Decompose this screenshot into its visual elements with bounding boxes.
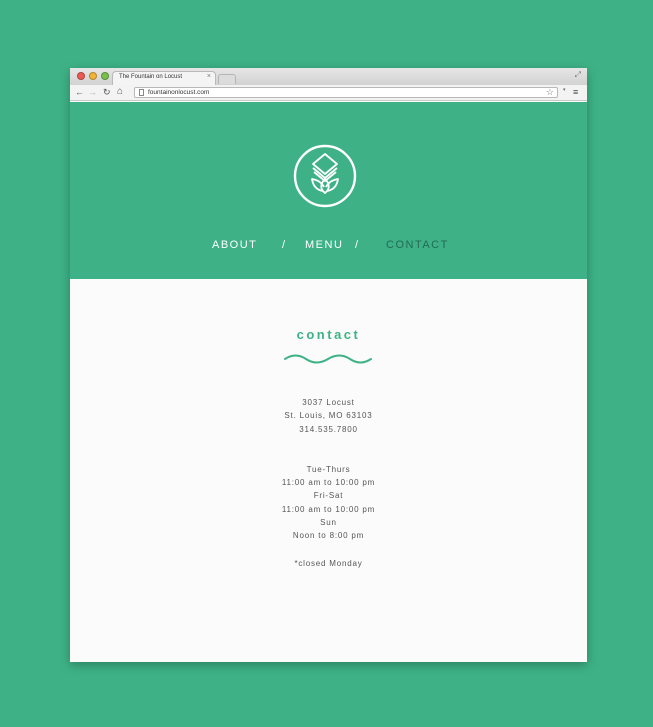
address-street: 3037 Locust xyxy=(302,398,355,407)
dropdown-arrow-icon[interactable]: ▾ xyxy=(563,87,566,93)
fullscreen-icon[interactable]: ⤢ xyxy=(575,70,581,80)
browser-window: The Fountain on Locust × ⤢ ← → ↻ ⌂ fount… xyxy=(70,68,587,662)
nav-separator: / xyxy=(282,239,287,251)
page-icon xyxy=(139,89,144,96)
nav-about-link[interactable]: ABOUT xyxy=(212,238,257,252)
reload-icon[interactable]: ↻ xyxy=(103,86,111,98)
hours-time: Noon to 8:00 pm xyxy=(292,531,365,540)
nav-menu-link[interactable]: MENU xyxy=(305,238,343,252)
wave-divider xyxy=(284,354,372,364)
tab-close-icon[interactable]: × xyxy=(207,73,211,80)
browser-tab[interactable]: The Fountain on Locust × xyxy=(112,71,216,85)
browser-toolbar: ← → ↻ ⌂ fountainonlocust.com ☆ ▾ ≡ xyxy=(70,85,587,101)
maximize-window-button[interactable] xyxy=(101,72,109,80)
site-header: ABOUT / MENU / CONTACT xyxy=(70,102,587,279)
bookmark-star-icon[interactable]: ☆ xyxy=(546,87,554,98)
hours-days: Fri-Sat xyxy=(313,491,344,500)
phone-number[interactable]: 314.535.7800 xyxy=(70,425,587,435)
home-icon[interactable]: ⌂ xyxy=(117,86,123,98)
browser-title-bar: The Fountain on Locust × ⤢ xyxy=(70,68,587,85)
contact-section: contact 3037 Locust St. Louis, MO 63103 … xyxy=(70,279,587,662)
address-bar[interactable]: fountainonlocust.com ☆ xyxy=(134,87,558,98)
new-tab-button[interactable] xyxy=(218,74,236,84)
tab-title: The Fountain on Locust xyxy=(119,74,183,80)
window-controls xyxy=(77,72,109,80)
contact-heading: contact xyxy=(296,327,361,342)
hours-days: Tue-Thurs xyxy=(306,465,351,474)
hours-days: Sun xyxy=(320,518,337,527)
hours-time: 11:00 am to 10:00 pm xyxy=(281,505,376,514)
hours-time: 11:00 am to 10:00 pm xyxy=(281,478,376,487)
nav-contact-link[interactable]: CONTACT xyxy=(386,238,449,252)
browser-menu-icon[interactable]: ≡ xyxy=(573,86,578,98)
main-nav: ABOUT / MENU / CONTACT xyxy=(70,238,587,252)
address-city: St. Louis, MO 63103 xyxy=(284,411,373,420)
address-url[interactable]: fountainonlocust.com xyxy=(148,88,209,98)
nav-separator: / xyxy=(355,239,360,251)
fountain-logo-icon[interactable] xyxy=(293,144,357,208)
forward-icon[interactable]: → xyxy=(88,86,97,98)
minimize-window-button[interactable] xyxy=(89,72,97,80)
close-window-button[interactable] xyxy=(77,72,85,80)
closed-note: *closed Monday xyxy=(294,559,363,568)
back-icon[interactable]: ← xyxy=(75,86,84,98)
